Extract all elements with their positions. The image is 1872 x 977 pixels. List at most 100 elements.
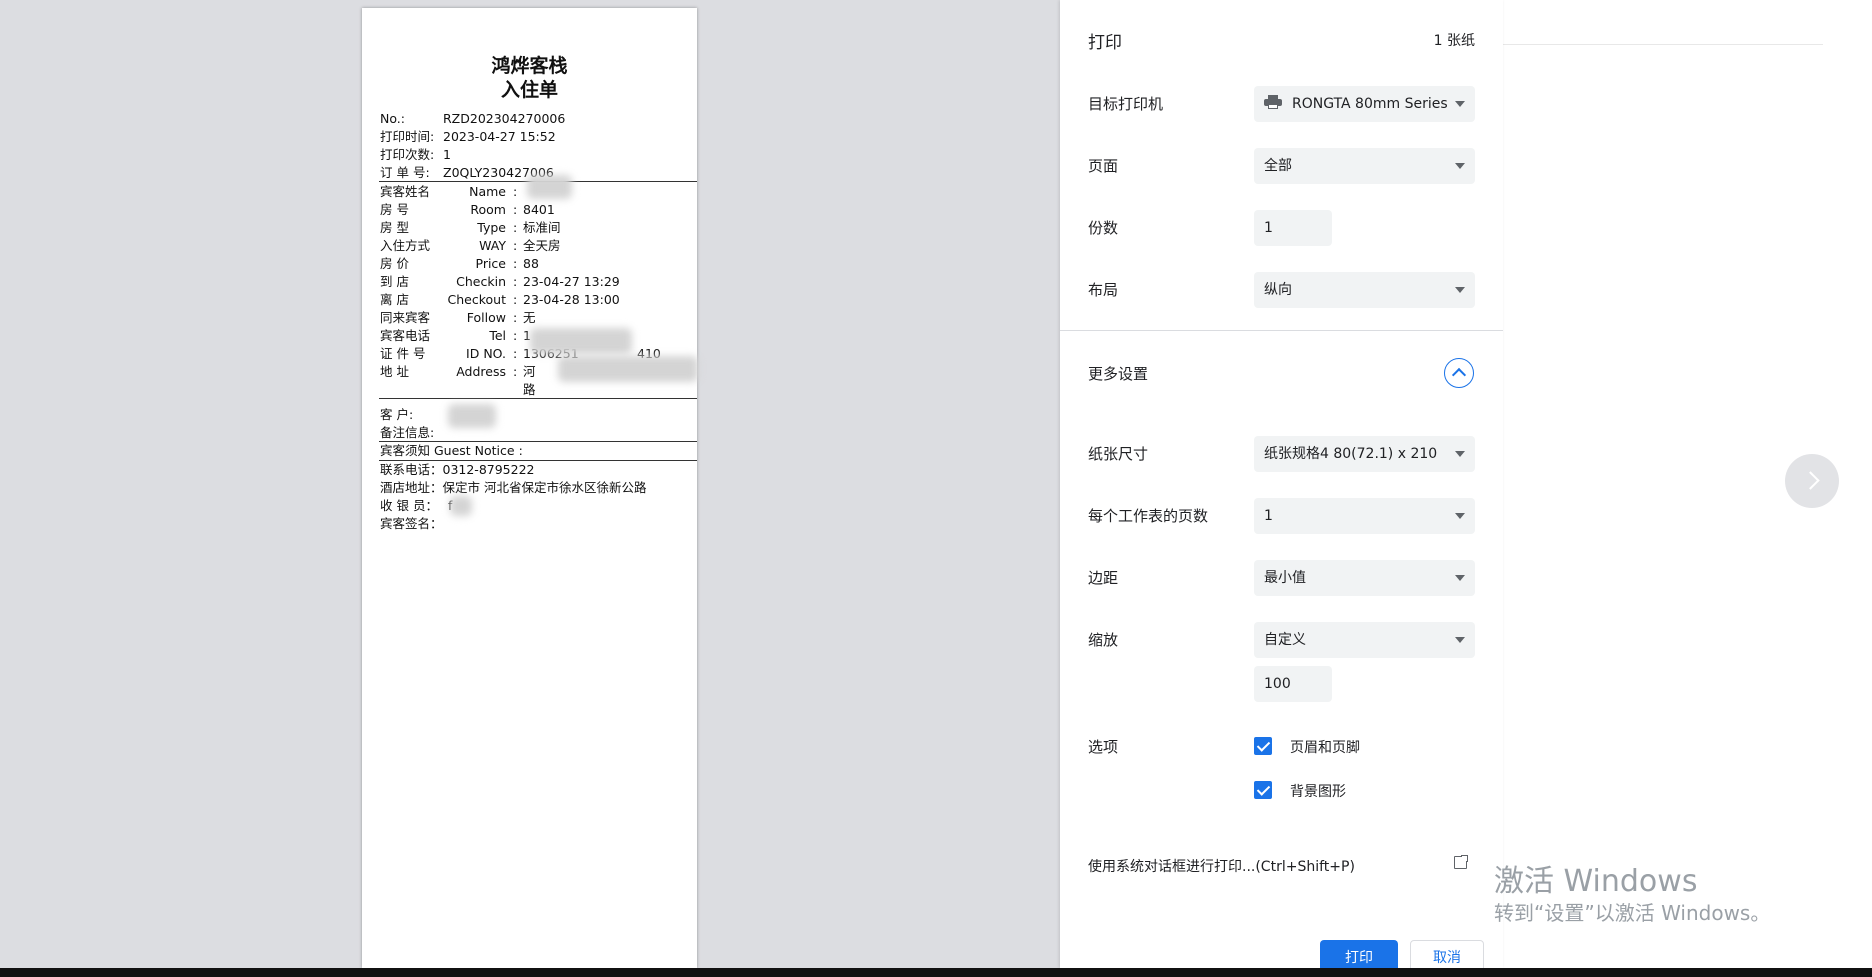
pages-label: 页面 bbox=[1088, 157, 1119, 175]
pages-per-sheet-label: 每个工作表的页数 bbox=[1088, 507, 1209, 525]
layout-label: 布局 bbox=[1088, 281, 1119, 299]
print-settings-panel: 打印 1 张纸 目标打印机 RONGTA 80mm Series 页面 全部 份… bbox=[1060, 0, 1503, 974]
layout-value: 纵向 bbox=[1264, 282, 1292, 298]
field-colon: : bbox=[513, 310, 518, 325]
field-colon: : bbox=[513, 274, 518, 289]
address-line-2: 路 bbox=[523, 382, 536, 397]
chevron-down-icon bbox=[1455, 163, 1465, 169]
scale-percent-input[interactable] bbox=[1254, 666, 1332, 702]
header-value: 2023-04-27 15:52 bbox=[443, 129, 556, 144]
guest-field-value: 标准间 bbox=[523, 220, 561, 235]
guest-field-en: Price bbox=[475, 256, 507, 271]
paper-size-label: 纸张尺寸 bbox=[1088, 445, 1149, 463]
field-colon: : bbox=[513, 202, 518, 217]
scale-label: 缩放 bbox=[1088, 631, 1119, 649]
guest-field-en: WAY bbox=[479, 238, 506, 253]
redacted-name bbox=[527, 175, 572, 199]
destination-label: 目标打印机 bbox=[1088, 95, 1164, 113]
guest-field-value: 8401 bbox=[523, 202, 555, 217]
guest-field-en: ID NO. bbox=[466, 346, 506, 361]
guest-field-cn: 离 店 bbox=[380, 292, 409, 307]
printer-icon bbox=[1264, 95, 1282, 109]
background-divider bbox=[1503, 44, 1823, 45]
header-key: 打印时间: bbox=[380, 129, 435, 144]
guest-field-en: Checkin bbox=[456, 274, 506, 289]
system-dialog-link[interactable]: 使用系统对话框进行打印...(Ctrl+Shift+P) bbox=[1088, 856, 1355, 876]
redacted-phone bbox=[530, 328, 632, 354]
receipt-preview-page: 鸿烨客栈 入住单 No.: RZD202304270006 打印时间: 2023… bbox=[362, 8, 698, 968]
header-value: RZD202304270006 bbox=[443, 111, 566, 126]
margins-select[interactable]: 最小值 bbox=[1254, 560, 1475, 596]
document-title: 入住单 bbox=[500, 79, 558, 101]
hotel-address: 酒店地址：保定市 河北省保定市徐水区徐新公路 bbox=[380, 480, 647, 495]
guest-field-cn: 证 件 号 bbox=[380, 346, 426, 361]
background-graphics-label[interactable]: 背景图形 bbox=[1290, 781, 1346, 801]
header-key: 打印次数: bbox=[380, 147, 435, 162]
guest-field-value: 全天房 bbox=[523, 238, 561, 253]
scale-value: 自定义 bbox=[1264, 632, 1306, 648]
guest-field-value: 23-04-27 13:29 bbox=[523, 274, 620, 289]
windows-activation-title: 激活 Windows bbox=[1494, 864, 1698, 899]
open-in-new-icon[interactable] bbox=[1454, 854, 1469, 869]
field-colon: : bbox=[513, 364, 518, 379]
guest-field-en: Type bbox=[477, 220, 506, 235]
background-graphics-checkbox[interactable] bbox=[1254, 781, 1272, 799]
guest-field-cn: 房 号 bbox=[380, 202, 409, 217]
guest-field-en: Name bbox=[469, 184, 506, 199]
guest-field-cn: 宾客电话 bbox=[380, 328, 431, 343]
margins-label: 边距 bbox=[1088, 569, 1119, 587]
guest-field-cn: 同来宾客 bbox=[380, 310, 431, 325]
destination-value: RONGTA 80mm Series bbox=[1292, 96, 1448, 112]
destination-select[interactable]: RONGTA 80mm Series bbox=[1254, 86, 1475, 122]
cashier-label: 收 银 员： bbox=[380, 498, 438, 513]
more-settings-label[interactable]: 更多设置 bbox=[1088, 363, 1148, 384]
pages-value: 全部 bbox=[1264, 158, 1292, 174]
header-key: 订 单 号: bbox=[380, 165, 430, 180]
redacted-id-address bbox=[558, 356, 698, 382]
guest-field-cn: 入住方式 bbox=[380, 238, 431, 253]
scale-select[interactable]: 自定义 bbox=[1254, 622, 1475, 658]
collapse-more-settings-button[interactable] bbox=[1444, 358, 1474, 388]
guest-field-cn: 房 价 bbox=[380, 256, 409, 271]
next-arrow-button[interactable] bbox=[1785, 454, 1839, 508]
paper-size-value: 纸张规格4 80(72.1) x 210 m bbox=[1264, 446, 1439, 462]
hotel-name: 鸿烨客栈 bbox=[491, 55, 568, 77]
chevron-down-icon bbox=[1455, 287, 1465, 293]
chevron-down-icon bbox=[1455, 575, 1465, 581]
redacted-cashier bbox=[450, 496, 472, 516]
guest-field-en: Tel bbox=[489, 328, 506, 343]
redacted-customer bbox=[448, 404, 496, 428]
headers-footers-checkbox[interactable] bbox=[1254, 737, 1272, 755]
guest-field-en: Room bbox=[470, 202, 506, 217]
field-colon: : bbox=[513, 238, 518, 253]
chevron-down-icon bbox=[1455, 451, 1465, 457]
guest-notice-title: 宾客须知 Guest Notice : bbox=[380, 443, 523, 458]
header-key: No.: bbox=[380, 111, 405, 126]
guest-field-cn: 到 店 bbox=[380, 274, 409, 289]
header-value: 1 bbox=[443, 147, 451, 162]
pages-per-sheet-select[interactable]: 1 bbox=[1254, 498, 1475, 534]
copies-label: 份数 bbox=[1088, 219, 1119, 237]
layout-select[interactable]: 纵向 bbox=[1254, 272, 1475, 308]
paper-size-select[interactable]: 纸张规格4 80(72.1) x 210 m bbox=[1254, 436, 1475, 472]
pages-per-sheet-value: 1 bbox=[1264, 508, 1273, 524]
pages-select[interactable]: 全部 bbox=[1254, 148, 1475, 184]
copies-input[interactable] bbox=[1254, 210, 1332, 246]
customer-label: 客 户: bbox=[380, 407, 414, 422]
chevron-down-icon bbox=[1455, 513, 1465, 519]
field-colon: : bbox=[513, 292, 518, 307]
signature-label: 宾客签名： bbox=[380, 516, 443, 531]
print-preview-area: 鸿烨客栈 入住单 No.: RZD202304270006 打印时间: 2023… bbox=[0, 0, 1060, 968]
guest-field-value: 无 bbox=[523, 310, 536, 325]
options-label: 选项 bbox=[1088, 738, 1119, 756]
guest-field-en: Follow bbox=[466, 310, 506, 325]
headers-footers-label[interactable]: 页眉和页脚 bbox=[1290, 737, 1360, 757]
sheet-count: 1 张纸 bbox=[1433, 33, 1475, 49]
chevron-down-icon bbox=[1455, 101, 1465, 107]
guest-field-en: Address bbox=[456, 364, 506, 379]
field-colon: : bbox=[513, 184, 518, 199]
guest-field-cn: 房 型 bbox=[380, 220, 409, 235]
margins-value: 最小值 bbox=[1264, 570, 1306, 586]
field-colon: : bbox=[513, 328, 518, 343]
settings-divider bbox=[1060, 330, 1503, 331]
